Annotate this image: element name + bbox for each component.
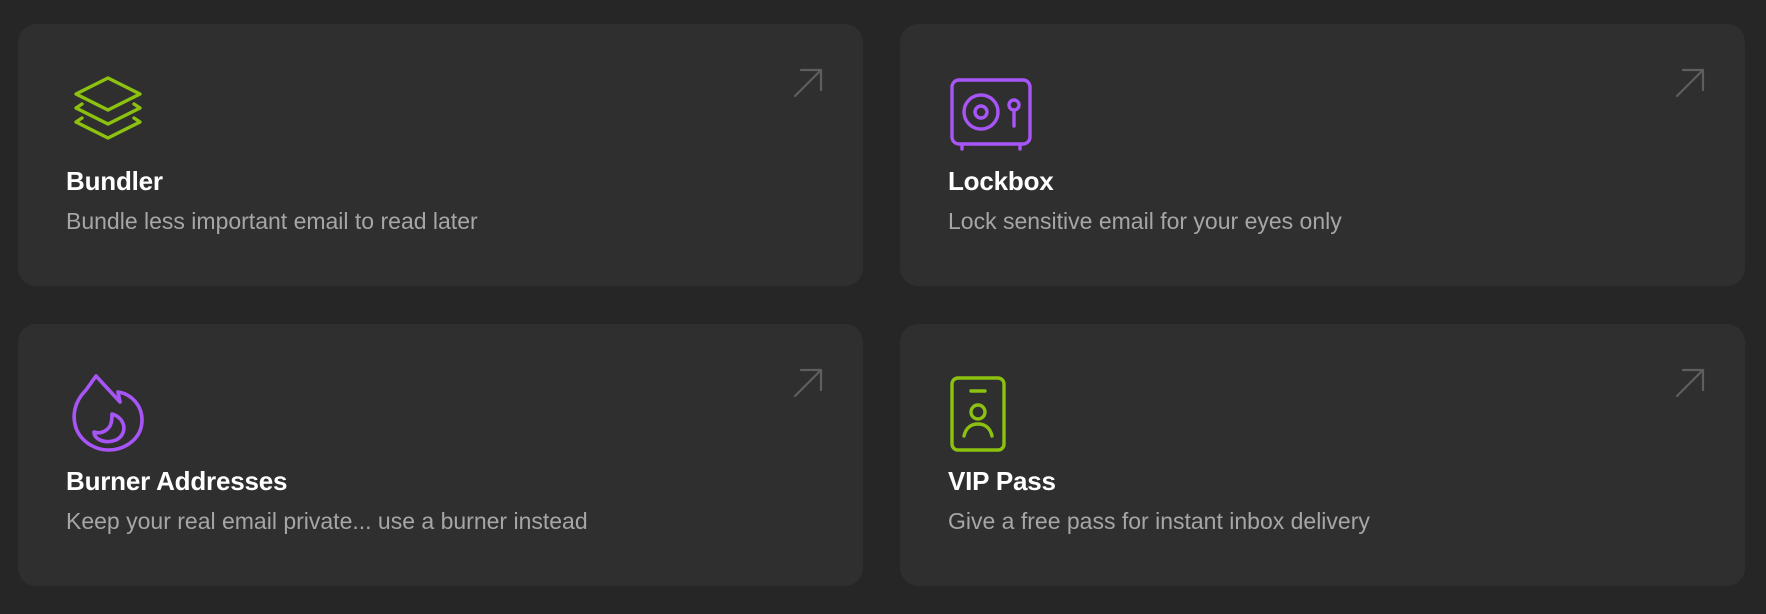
arrow-up-right-icon[interactable] [1673,366,1707,400]
safe-icon [950,78,1032,151]
feature-description: Lock sensitive email for your eyes only [948,208,1342,234]
feature-card-burner-addresses[interactable]: Burner Addresses Keep your real email pr… [18,324,863,586]
feature-title: VIP Pass [948,466,1056,496]
feature-card-lockbox[interactable]: Lockbox Lock sensitive email for your ey… [900,24,1745,286]
arrow-up-right-icon[interactable] [791,66,825,100]
feature-card-vip-pass[interactable]: VIP Pass Give a free pass for instant in… [900,324,1745,586]
feature-title: Lockbox [948,166,1054,196]
feature-title: Bundler [66,166,163,196]
feature-grid: Bundler Bundle less important email to r… [0,0,1766,614]
feature-title: Burner Addresses [66,466,288,496]
id-badge-icon [950,376,1006,452]
flame-icon [72,374,144,452]
feature-description: Give a free pass for instant inbox deliv… [948,508,1370,534]
layers-icon [74,76,142,140]
feature-description: Bundle less important email to read late… [66,208,478,234]
arrow-up-right-icon[interactable] [791,366,825,400]
feature-description: Keep your real email private... use a bu… [66,508,588,534]
feature-card-bundler[interactable]: Bundler Bundle less important email to r… [18,24,863,286]
arrow-up-right-icon[interactable] [1673,66,1707,100]
